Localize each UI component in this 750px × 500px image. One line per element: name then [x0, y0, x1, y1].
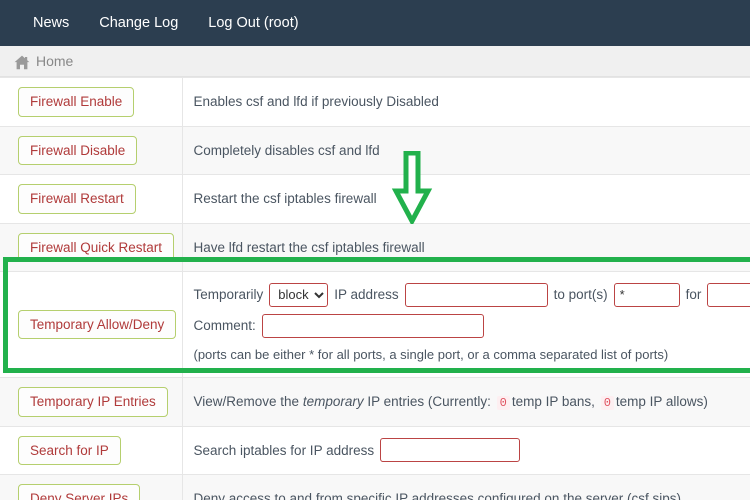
- nav-item-change-log[interactable]: Change Log: [84, 0, 193, 46]
- row-description: Restart the csf iptables firewall: [193, 191, 377, 207]
- table-cell-description: View/Remove the temporary IP entries (Cu…: [182, 377, 750, 427]
- temporary-ip-entries-button[interactable]: Temporary IP Entries: [18, 387, 168, 417]
- temp-ip-bans-label: temp IP bans,: [511, 393, 595, 409]
- label-comment: Comment:: [193, 318, 256, 334]
- search-ip-input[interactable]: [380, 438, 521, 463]
- table-row: Temporary Allow/Deny Temporarily block a…: [0, 271, 750, 379]
- temp-ip-allows-count: 0: [600, 395, 614, 410]
- nav-item-log-out[interactable]: Log Out (root): [193, 0, 313, 46]
- temp-ip-allows-label: temp IP allows): [615, 393, 708, 409]
- table-cell-action: Search for IP: [0, 425, 183, 476]
- temp-action-select[interactable]: block allow: [269, 282, 329, 307]
- table-cell-action: Deny Server IPs: [0, 474, 183, 500]
- label-search-iptables: Search iptables for IP address: [193, 442, 375, 458]
- row-description: Enables csf and lfd if previously Disabl…: [193, 94, 439, 110]
- firewall-disable-button[interactable]: Firewall Disable: [18, 135, 138, 166]
- temp-comment-input[interactable]: [261, 313, 484, 338]
- label-for: for: [685, 287, 702, 303]
- home-icon: [14, 55, 30, 70]
- table-cell-description: Enables csf and lfd if previously Disabl…: [182, 77, 750, 127]
- label-temporarily: Temporarily: [193, 287, 264, 303]
- top-navbar: News Change Log Log Out (root): [0, 0, 750, 46]
- temp-form-line-1: Temporarily block allow IP address to po…: [194, 281, 750, 308]
- firewall-enable-button[interactable]: Firewall Enable: [18, 87, 135, 117]
- table-cell-description: Deny access to and from specific IP addr…: [182, 474, 750, 500]
- row-description: Completely disables csf and lfd: [193, 142, 380, 158]
- table-cell-description: Completely disables csf and lfd: [182, 125, 750, 176]
- table-row: Firewall Disable Completely disables csf…: [0, 125, 750, 176]
- label-to-ports: to port(s): [553, 287, 608, 303]
- temp-ip-address-input[interactable]: [404, 282, 548, 307]
- temp-ip-bans-count: 0: [496, 395, 510, 410]
- breadcrumb: Home: [0, 46, 750, 77]
- label-ip-address: IP address: [334, 287, 399, 303]
- table-cell-action: Firewall Restart: [0, 174, 183, 224]
- row-description: Deny access to and from specific IP addr…: [193, 491, 681, 500]
- table-row: Search for IP Search iptables for IP add…: [0, 425, 750, 476]
- table-cell-description: Restart the csf iptables firewall: [182, 174, 750, 224]
- table-cell-action: Firewall Disable: [0, 125, 183, 176]
- temp-entries-text-pre: View/Remove the: [193, 393, 303, 409]
- table-row: Deny Server IPs Deny access to and from …: [0, 474, 750, 500]
- temp-entries-text-mid: IP entries (Currently:: [363, 393, 491, 409]
- table-cell-action: Firewall Enable: [0, 77, 183, 127]
- csf-options-table: Firewall Enable Enables csf and lfd if p…: [0, 77, 750, 500]
- row-description: Have lfd restart the csf iptables firewa…: [193, 239, 425, 255]
- temp-duration-input[interactable]: [707, 282, 750, 307]
- temp-form-line-2: Comment:: [194, 312, 750, 339]
- table-cell-action: Temporary Allow/Deny: [0, 271, 183, 379]
- firewall-restart-button[interactable]: Firewall Restart: [18, 184, 136, 214]
- temporary-allow-deny-form: Temporarily block allow IP address to po…: [194, 281, 750, 368]
- nav-item-news[interactable]: News: [18, 0, 84, 46]
- table-cell-action: Temporary IP Entries: [0, 377, 183, 427]
- table-row: Temporary IP Entries View/Remove the tem…: [0, 377, 750, 427]
- table-cell-action: Firewall Quick Restart: [0, 222, 183, 273]
- table-cell-description: Temporarily block allow IP address to po…: [182, 271, 750, 379]
- search-for-ip-button[interactable]: Search for IP: [18, 435, 121, 466]
- search-ip-form: Search iptables for IP address: [193, 438, 750, 463]
- deny-server-ips-button[interactable]: Deny Server IPs: [18, 484, 141, 500]
- firewall-quick-restart-button[interactable]: Firewall Quick Restart: [18, 232, 175, 263]
- csf-options-table-wrapper: Firewall Enable Enables csf and lfd if p…: [0, 77, 750, 500]
- table-row: Firewall Restart Restart the csf iptable…: [0, 174, 750, 224]
- temp-ports-input[interactable]: [613, 282, 680, 307]
- table-cell-description: Have lfd restart the csf iptables firewa…: [182, 222, 750, 273]
- table-row: Firewall Quick Restart Have lfd restart …: [0, 222, 750, 273]
- temp-entries-text-italic: temporary: [302, 393, 364, 409]
- table-cell-description: Search iptables for IP address: [182, 425, 750, 476]
- temp-ports-note: (ports can be either * for all ports, a …: [193, 347, 669, 363]
- table-row: Firewall Enable Enables csf and lfd if p…: [0, 77, 750, 127]
- temporary-allow-deny-button[interactable]: Temporary Allow/Deny: [18, 309, 177, 340]
- breadcrumb-label: Home: [36, 53, 74, 69]
